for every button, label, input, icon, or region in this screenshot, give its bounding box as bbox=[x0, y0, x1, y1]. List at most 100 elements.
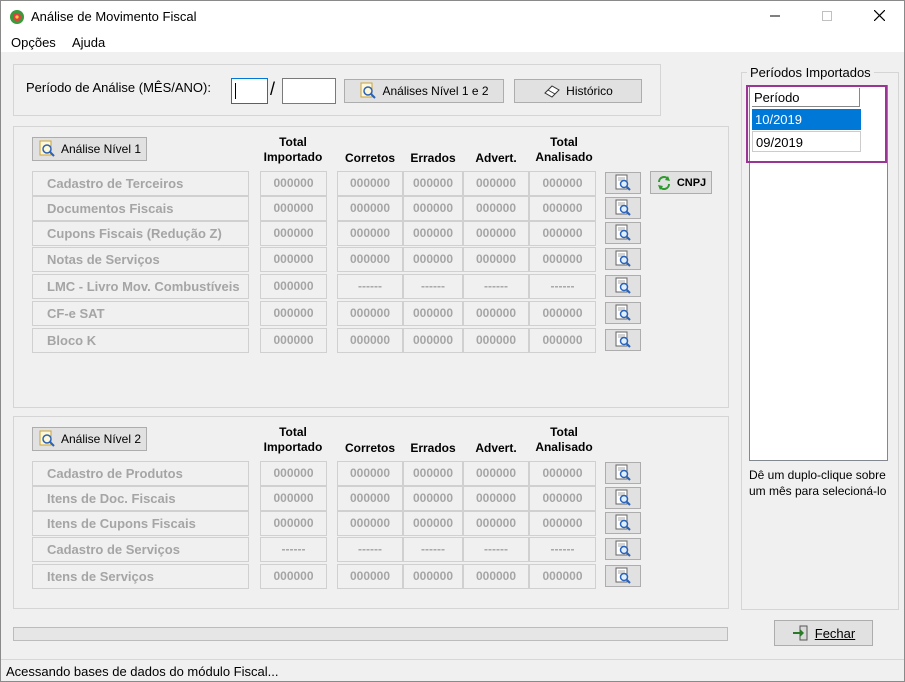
row-details-button[interactable] bbox=[605, 275, 641, 297]
value-cell: 000000 bbox=[403, 564, 463, 589]
col-advert: Advert. bbox=[475, 151, 517, 165]
search-document-icon bbox=[615, 489, 631, 506]
row-details-button[interactable] bbox=[605, 565, 641, 587]
date-separator: / bbox=[270, 79, 276, 99]
value-cell: 000000 bbox=[260, 486, 327, 511]
value-cell: 000000 bbox=[529, 564, 596, 589]
row-details-button[interactable] bbox=[605, 302, 641, 324]
row-details-button[interactable] bbox=[605, 462, 641, 484]
value-cell: 000000 bbox=[529, 247, 596, 272]
value-cell: 000000 bbox=[337, 247, 403, 272]
year-input[interactable] bbox=[282, 78, 336, 104]
value-cell: 000000 bbox=[403, 196, 463, 221]
row-label: Bloco K bbox=[32, 328, 249, 353]
value-cell: 000000 bbox=[260, 461, 327, 486]
col-errados: Errados bbox=[410, 151, 456, 165]
refresh-icon bbox=[657, 175, 670, 190]
value-cell: 000000 bbox=[260, 328, 327, 353]
row-details-button[interactable] bbox=[605, 197, 641, 219]
magnifier-document-icon bbox=[39, 430, 55, 447]
menu-options[interactable]: Opções bbox=[11, 35, 56, 50]
analysis-level-1-button[interactable]: Análise Nível 1 bbox=[32, 137, 147, 161]
value-cell: 000000 bbox=[403, 301, 463, 326]
value-cell: 000000 bbox=[337, 486, 403, 511]
cnpj-button[interactable]: CNPJ bbox=[650, 171, 712, 194]
row-details-button[interactable] bbox=[605, 172, 641, 194]
col-total-importado: Total Importado bbox=[263, 135, 323, 164]
search-document-icon bbox=[615, 514, 631, 531]
value-cell: 000000 bbox=[403, 247, 463, 272]
value-cell: ------ bbox=[337, 274, 403, 299]
row-label: Cadastro de Terceiros bbox=[32, 171, 249, 196]
col-corretos-2: Corretos bbox=[344, 441, 395, 455]
status-text: Acessando bases de dados do módulo Fisca… bbox=[6, 664, 279, 679]
row-label: Cupons Fiscais (Redução Z) bbox=[32, 221, 249, 246]
maximize-icon bbox=[822, 11, 832, 21]
minimize-button[interactable] bbox=[752, 1, 798, 32]
maximize-button[interactable] bbox=[804, 1, 850, 32]
close-dialog-button[interactable]: Fechar bbox=[774, 620, 873, 646]
row-details-button[interactable] bbox=[605, 248, 641, 270]
row-label: Notas de Serviços bbox=[32, 247, 249, 272]
value-cell: ------ bbox=[463, 537, 529, 562]
col-total-analisado: Total Analisado bbox=[535, 135, 593, 164]
row-details-button[interactable] bbox=[605, 222, 641, 244]
value-cell: 000000 bbox=[337, 221, 403, 246]
value-cell: 000000 bbox=[403, 171, 463, 196]
value-cell: ------ bbox=[463, 274, 529, 299]
value-cell: 000000 bbox=[403, 328, 463, 353]
menu-bar: Opções Ajuda bbox=[1, 32, 904, 52]
close-window-button[interactable] bbox=[856, 1, 902, 32]
value-cell: 000000 bbox=[463, 564, 529, 589]
row-label: LMC - Livro Mov. Combustíveis bbox=[32, 274, 249, 299]
col-errados-2: Errados bbox=[410, 441, 456, 455]
row-details-button[interactable] bbox=[605, 487, 641, 509]
magnifier-document-icon bbox=[39, 140, 55, 157]
value-cell: 000000 bbox=[463, 301, 529, 326]
col-corretos: Corretos bbox=[344, 151, 395, 165]
menu-help[interactable]: Ajuda bbox=[72, 35, 105, 50]
value-cell: 000000 bbox=[260, 196, 327, 221]
row-label: Cadastro de Produtos bbox=[32, 461, 249, 486]
analyses-level-1-2-button[interactable]: Análises Nível 1 e 2 bbox=[344, 79, 504, 103]
main-window: Análise de Movimento Fiscal Opções Ajuda… bbox=[0, 0, 905, 682]
value-cell: 000000 bbox=[403, 511, 463, 536]
value-cell: 000000 bbox=[260, 564, 327, 589]
minimize-icon bbox=[770, 15, 780, 17]
row-details-button[interactable] bbox=[605, 512, 641, 534]
search-document-icon bbox=[615, 304, 631, 321]
imported-periods-title: Períodos Importados bbox=[747, 65, 874, 80]
value-cell: 000000 bbox=[529, 511, 596, 536]
col-total-analisado-2: Total Analisado bbox=[535, 425, 593, 454]
value-cell: 000000 bbox=[337, 328, 403, 353]
row-details-button[interactable] bbox=[605, 329, 641, 351]
value-cell: 000000 bbox=[260, 511, 327, 536]
value-cell: ------ bbox=[337, 537, 403, 562]
row-label: Itens de Cupons Fiscais bbox=[32, 511, 249, 536]
value-cell: ------ bbox=[260, 537, 327, 562]
close-button-label: Fechar bbox=[814, 625, 856, 641]
value-cell: 000000 bbox=[529, 486, 596, 511]
value-cell: 000000 bbox=[337, 564, 403, 589]
history-button[interactable]: Histórico bbox=[514, 79, 642, 103]
title-bar: Análise de Movimento Fiscal bbox=[1, 1, 904, 32]
row-details-button[interactable] bbox=[605, 538, 641, 560]
imported-hint: Dê um duplo-clique sobre um mês para sel… bbox=[749, 468, 887, 498]
analysis-level-2-button[interactable]: Análise Nível 2 bbox=[32, 427, 147, 451]
col-total-importado-2: Total Importado bbox=[263, 425, 323, 454]
magnifier-document-icon bbox=[360, 82, 377, 99]
value-cell: 000000 bbox=[260, 247, 327, 272]
row-label: Itens de Serviços bbox=[32, 564, 249, 589]
analyses-button-label: Análises Nível 1 e 2 bbox=[382, 84, 489, 98]
value-cell: 000000 bbox=[463, 171, 529, 196]
month-input[interactable] bbox=[231, 78, 268, 104]
text-cursor bbox=[235, 83, 236, 99]
progress-bar bbox=[13, 627, 728, 641]
period-label: Período de Análise (MÊS/ANO): bbox=[26, 80, 211, 95]
value-cell: 000000 bbox=[529, 196, 596, 221]
value-cell: 000000 bbox=[529, 171, 596, 196]
value-cell: 000000 bbox=[403, 221, 463, 246]
exit-door-icon bbox=[792, 625, 808, 641]
value-cell: ------ bbox=[403, 274, 463, 299]
value-cell: 000000 bbox=[463, 461, 529, 486]
